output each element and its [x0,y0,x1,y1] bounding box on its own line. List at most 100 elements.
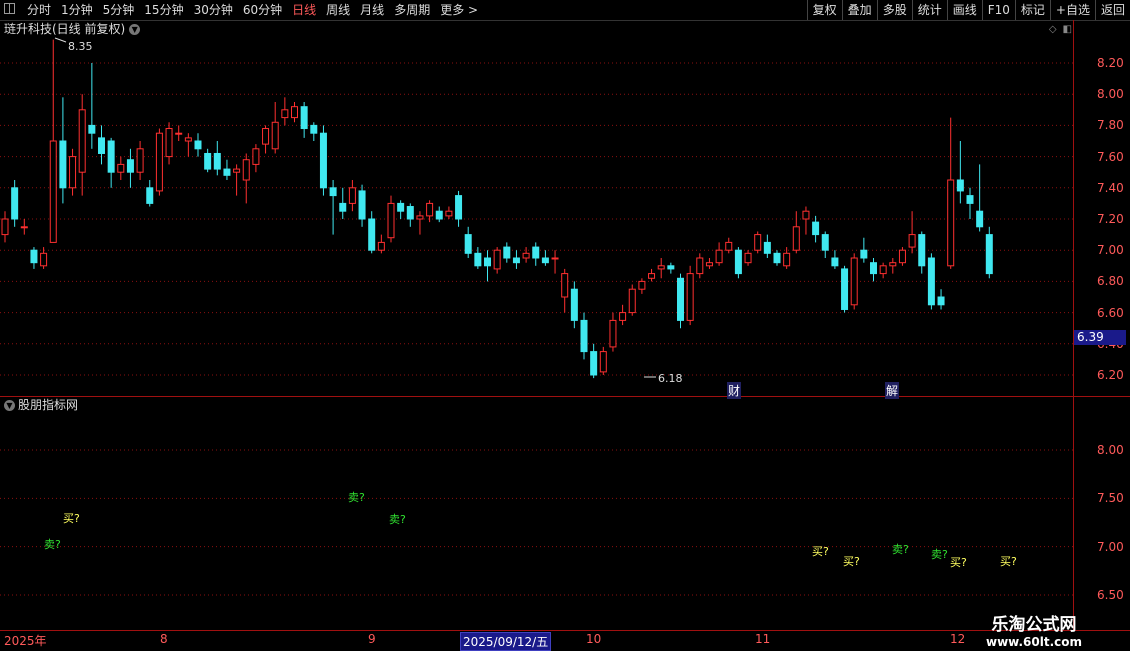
candle [522,247,530,263]
tab-7[interactable]: 周线 [321,2,355,18]
indicator-title: 股朋指标网 [18,398,79,412]
sell-signal: 卖? [44,538,61,551]
candle [754,231,762,254]
candle [291,102,298,123]
candle [985,226,993,279]
toolbar-button-8[interactable]: 返回 [1094,0,1130,20]
low-price-label: 6.18 [658,372,683,385]
candle [242,153,250,204]
event-tag-financial[interactable]: 财 [727,382,742,399]
toolbar-right-buttons: 复权 叠加 多股 统计 画线 F10 标记 +自选 返回 [806,0,1130,20]
x-tick: 2025年 [4,634,47,648]
candle [20,219,28,235]
tab-4[interactable]: 30分钟 [189,2,238,18]
x-tick: 10 [586,632,602,646]
candle [184,133,192,157]
candle [696,253,704,279]
candle [252,144,260,173]
candle [551,250,559,274]
pane-divider[interactable] [0,396,1130,397]
event-tag-unlock[interactable]: 解 [885,382,900,399]
candle [879,262,887,279]
candle [30,247,38,269]
candle [812,215,820,243]
x-tick: 9 [368,632,376,646]
candle [773,250,781,266]
toolbar-button-3[interactable]: 统计 [911,0,947,20]
tab-0[interactable]: 分时 [22,2,56,18]
tab-10[interactable]: 更多 > [435,2,483,18]
x-tick: 2025/09/12/五 [460,632,552,651]
candle [956,141,964,204]
stock-title: 琏升科技(日线 前复权) [4,22,126,36]
candle [233,164,241,196]
chevron-down-icon[interactable]: ▼ [4,400,15,411]
candle [319,125,327,196]
candle [918,231,926,274]
candle [406,203,414,227]
candle [590,343,598,379]
toolbar-button-7[interactable]: +自选 [1049,0,1095,20]
candle [474,247,482,269]
buy-signal: 买? [812,545,829,558]
candle [821,231,829,258]
chart-title-bar[interactable]: 琏升科技(日线 前复权) ▼ [4,22,141,36]
candle [657,258,665,279]
buy-signal: 买? [1000,555,1017,568]
candle [503,242,511,263]
candle [860,237,868,263]
y-tick-main: 7.20 [1097,212,1124,226]
candle [966,187,974,219]
chevron-down-icon[interactable]: ▼ [129,24,141,35]
tab-6[interactable]: 日线 [287,2,321,18]
candle [281,97,289,126]
candle [715,242,723,266]
candle [300,102,308,138]
toolbar-button-2[interactable]: 多股 [876,0,912,20]
candle [377,234,385,254]
candle [763,234,771,258]
tab-5[interactable]: 60分钟 [238,2,287,18]
y-tick-main: 7.80 [1097,118,1124,133]
candle [223,159,231,180]
window-toggle-icon[interactable] [4,3,15,14]
candle [638,278,646,294]
candle [204,148,212,173]
candle [165,122,173,165]
x-tick: 8 [160,632,168,646]
candle [455,190,463,227]
candle [792,211,800,254]
toolbar-button-0[interactable]: 复权 [806,0,842,20]
toolbar-button-1[interactable]: 叠加 [841,0,877,20]
sell-signal: 卖? [931,548,948,561]
candle [725,237,733,254]
toolbar-button-5[interactable]: F10 [981,0,1015,20]
period-tabs: 分时 1分钟 5分钟 15分钟 30分钟 60分钟 日线 周线 月线 多周期 更多 > [22,2,483,18]
toolbar-button-4[interactable]: 画线 [946,0,982,20]
tab-8[interactable]: 月线 [355,2,389,18]
candle [339,187,347,219]
watermark: 乐淘公式网 www.60lt.com [986,610,1082,649]
y-tick-main: 7.40 [1097,180,1124,195]
candle [850,253,858,310]
candle [194,133,202,157]
candle [609,312,617,352]
toolbar-button-6[interactable]: 标记 [1014,0,1050,20]
candle [262,125,270,154]
diamond-icon[interactable]: ◇ [1049,24,1057,35]
indicator-title-bar[interactable]: ▼ 股朋指标网 [4,398,78,412]
tab-9[interactable]: 多周期 [389,2,435,18]
tab-1[interactable]: 1分钟 [56,2,98,18]
sell-signal: 卖? [389,513,406,526]
y-tick-main: 8.00 [1097,87,1124,102]
tab-2[interactable]: 5分钟 [98,2,140,18]
candle [831,250,839,269]
candle [310,122,318,141]
sell-signal: 卖? [892,543,909,556]
x-tick: 12 [950,632,966,646]
tab-3[interactable]: 15分钟 [139,2,188,18]
high-price-label: 8.35 [68,40,93,53]
candle [580,312,588,360]
y-tick-sub: 8.00 [1097,443,1124,457]
panel-toggle-icon[interactable]: ◧ [1063,24,1072,35]
